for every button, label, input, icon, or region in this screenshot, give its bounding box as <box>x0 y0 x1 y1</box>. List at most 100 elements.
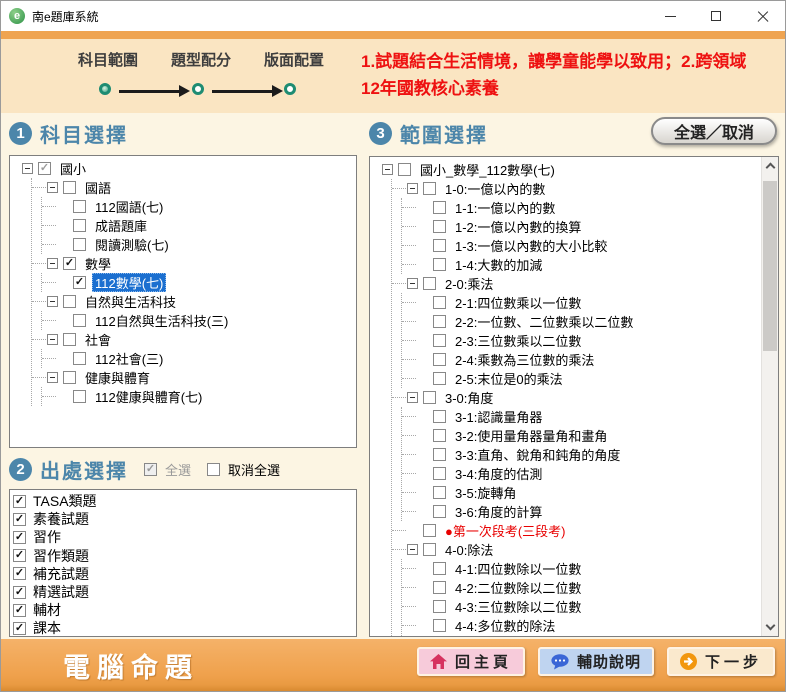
tree-checkbox[interactable] <box>63 371 76 384</box>
scroll-down-icon[interactable] <box>766 621 776 631</box>
tree-item[interactable]: 3-2:使用量角器量角和畫角 <box>402 426 778 445</box>
tree-checkbox[interactable] <box>433 448 446 461</box>
tree-item[interactable]: 112社會(三) <box>42 349 356 368</box>
tree-item-label[interactable]: 成語題庫 <box>92 216 150 235</box>
tree-item[interactable]: 2-5:末位是0的乘法 <box>402 369 778 388</box>
tree-item-label[interactable]: 3-6:角度的計算 <box>452 502 545 521</box>
tree-item[interactable]: 112國語(七) <box>42 197 356 216</box>
tree-item-label[interactable]: 社會 <box>82 330 114 349</box>
tree-item-label[interactable]: 自然與生活科技 <box>82 292 179 311</box>
tree-item[interactable]: 4-5:末位是0的除法 <box>402 635 778 637</box>
tree-checkbox[interactable] <box>38 162 51 175</box>
tree-item[interactable]: 4-3:三位數除以二位數 <box>402 597 778 616</box>
scroll-up-icon[interactable] <box>766 163 776 173</box>
tree-expander-icon[interactable] <box>382 164 393 175</box>
close-button[interactable] <box>739 1 785 31</box>
tree-checkbox[interactable] <box>63 257 76 270</box>
tree-expander-icon[interactable] <box>22 163 33 174</box>
tree-item[interactable]: 3-1:認識量角器 <box>402 407 778 426</box>
tree-checkbox[interactable] <box>433 353 446 366</box>
source-item[interactable]: TASA類題 <box>13 492 356 510</box>
tree-item[interactable]: 2-3:三位數乘以二位數 <box>402 331 778 350</box>
tree-expander-icon[interactable] <box>47 372 58 383</box>
tree-item-label[interactable]: 2-3:三位數乘以二位數 <box>452 331 584 350</box>
tree-checkbox[interactable] <box>63 295 76 308</box>
source-item[interactable]: 精選試題 <box>13 583 356 601</box>
source-item[interactable]: 輔材 <box>13 601 356 619</box>
tree-item[interactable]: 4-4:多位數的除法 <box>402 616 778 635</box>
tree-item[interactable]: 自然與生活科技 <box>32 292 356 311</box>
tree-item-label[interactable]: 1-2:一億以內數的換算 <box>452 217 584 236</box>
tree-item-label[interactable]: 國小_數學_112數學(七) <box>417 160 558 179</box>
tree-checkbox[interactable] <box>423 182 436 195</box>
vertical-scrollbar[interactable] <box>761 157 778 636</box>
tree-item-label[interactable]: 4-2:二位數除以二位數 <box>452 578 584 597</box>
scrollbar-thumb[interactable] <box>763 181 777 351</box>
tree-item-label[interactable]: 112數學(七) <box>92 273 166 292</box>
tree-item[interactable]: 閱讀測驗(七) <box>42 235 356 254</box>
tree-checkbox[interactable] <box>63 333 76 346</box>
tree-item-label[interactable]: 4-0:除法 <box>442 540 496 559</box>
tree-item[interactable]: 1-1:一億以內的數 <box>402 198 778 217</box>
tree-item-label[interactable]: 1-1:一億以內的數 <box>452 198 558 217</box>
tree-checkbox[interactable] <box>433 220 446 233</box>
tree-item[interactable]: 3-5:旋轉角 <box>402 483 778 502</box>
tree-item-label[interactable]: 閱讀測驗(七) <box>92 235 172 254</box>
source-checkbox[interactable] <box>13 604 26 617</box>
tree-item[interactable]: 112數學(七) <box>42 273 356 292</box>
tree-item[interactable]: 2-2:一位數、二位數乘以二位數 <box>402 312 778 331</box>
tree-checkbox[interactable] <box>433 486 446 499</box>
tree-item[interactable]: 1-4:大數的加減 <box>402 255 778 274</box>
tree-expander-icon[interactable] <box>407 392 418 403</box>
tree-item-label[interactable]: 112健康與體育(七) <box>92 387 205 406</box>
tree-checkbox[interactable] <box>423 391 436 404</box>
tree-item-label[interactable]: 2-4:乘數為三位數的乘法 <box>452 350 597 369</box>
tree-item[interactable]: 2-0:乘法 <box>392 274 778 293</box>
source-checkbox[interactable] <box>13 567 26 580</box>
tree-checkbox[interactable] <box>433 562 446 575</box>
tree-checkbox[interactable] <box>423 543 436 556</box>
tree-checkbox[interactable] <box>63 181 76 194</box>
tree-item-label[interactable]: 112國語(七) <box>92 197 166 216</box>
tree-item-label[interactable]: 數學 <box>82 254 114 273</box>
tree-checkbox[interactable] <box>433 315 446 328</box>
tree-checkbox[interactable] <box>433 429 446 442</box>
tree-item-label[interactable]: 3-1:認識量角器 <box>452 407 545 426</box>
source-item[interactable]: 課本 <box>13 619 356 637</box>
tree-item[interactable]: 國語 <box>32 178 356 197</box>
tree-item-label[interactable]: 3-2:使用量角器量角和畫角 <box>452 426 610 445</box>
tree-item-label[interactable]: 健康與體育 <box>82 368 153 387</box>
tree-checkbox[interactable] <box>433 334 446 347</box>
tree-item-label[interactable]: 2-1:四位數乘以一位數 <box>452 293 584 312</box>
next-step-button[interactable]: 下一步 <box>667 647 775 676</box>
tree-item[interactable]: 1-3:一億以內數的大小比較 <box>402 236 778 255</box>
tree-item[interactable]: 3-0:角度 <box>392 388 778 407</box>
tree-checkbox[interactable] <box>73 200 86 213</box>
select-all-control[interactable]: 全選 <box>144 460 191 479</box>
help-button[interactable]: 輔助說明 <box>538 647 654 676</box>
tree-checkbox[interactable] <box>73 390 86 403</box>
source-checkbox[interactable] <box>13 531 26 544</box>
source-checkbox[interactable] <box>13 549 26 562</box>
tree-item[interactable]: 2-4:乘數為三位數的乘法 <box>402 350 778 369</box>
tree-checkbox[interactable] <box>433 258 446 271</box>
tree-item-label[interactable]: 4-1:四位數除以一位數 <box>452 559 584 578</box>
tree-checkbox[interactable] <box>433 296 446 309</box>
tree-item-label[interactable]: 2-0:乘法 <box>442 274 496 293</box>
tree-checkbox[interactable] <box>433 467 446 480</box>
tree-item[interactable]: ●第一次段考(三段考) <box>392 521 778 540</box>
tree-item[interactable]: 4-2:二位數除以二位數 <box>402 578 778 597</box>
tree-item-label[interactable]: 3-0:角度 <box>442 388 496 407</box>
tree-item-label[interactable]: 國小 <box>57 159 89 178</box>
tree-item-label[interactable]: 1-3:一億以內數的大小比較 <box>452 236 610 255</box>
tree-item[interactable]: 國小 <box>22 159 356 178</box>
select-toggle-button[interactable]: 全選／取消 <box>651 117 777 145</box>
tree-expander-icon[interactable] <box>407 278 418 289</box>
tree-checkbox[interactable] <box>433 600 446 613</box>
tree-expander-icon[interactable] <box>407 183 418 194</box>
tree-checkbox[interactable] <box>433 619 446 632</box>
tree-item[interactable]: 2-1:四位數乘以一位數 <box>402 293 778 312</box>
tree-item[interactable]: 3-6:角度的計算 <box>402 502 778 521</box>
tree-item[interactable]: 4-1:四位數除以一位數 <box>402 559 778 578</box>
source-checkbox[interactable] <box>13 586 26 599</box>
